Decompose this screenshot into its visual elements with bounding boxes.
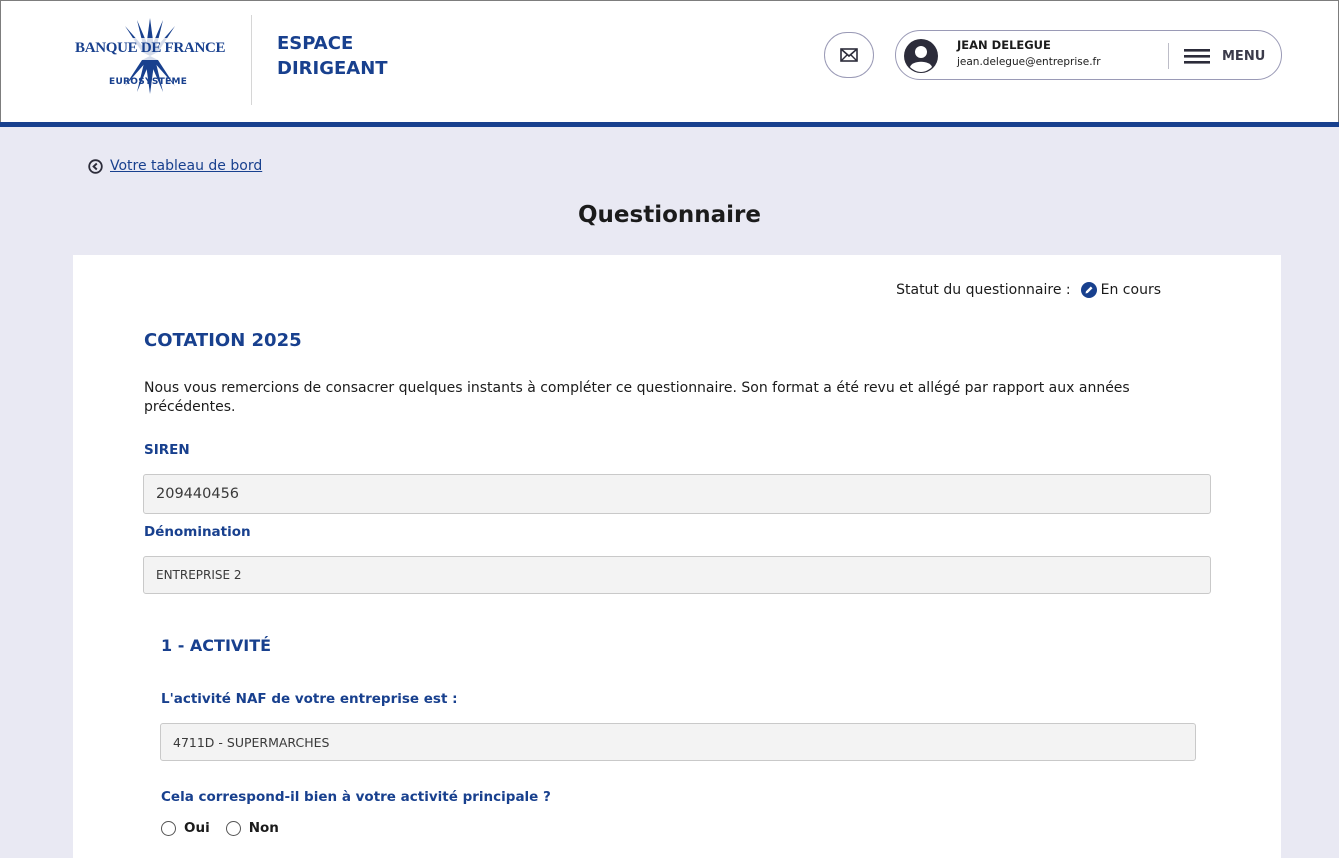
envelope-icon xyxy=(840,48,858,62)
app-title-line2: DIRIGEANT xyxy=(277,58,388,79)
questionnaire-card: Statut du questionnaire : En cours COTAT… xyxy=(73,255,1281,858)
site-header: BANQUE DE FRANCE EUROSYSTÈME ESPACE DIRI… xyxy=(0,0,1339,122)
status-label: Statut du questionnaire : xyxy=(896,282,1071,298)
radio-non-label: Non xyxy=(248,820,279,836)
user-circle-icon xyxy=(904,39,938,73)
menu-label: MENU xyxy=(1222,48,1266,64)
radio-oui[interactable]: Oui xyxy=(161,820,210,836)
app-title-line1: ESPACE xyxy=(277,33,354,54)
banque-de-france-logo[interactable]: BANQUE DE FRANCE EUROSYSTÈME xyxy=(75,18,231,94)
back-link-label: Votre tableau de bord xyxy=(110,158,263,174)
radio-circle[interactable] xyxy=(225,820,241,836)
radio-oui-label: Oui xyxy=(184,820,210,836)
hamburger-icon xyxy=(1184,49,1210,64)
naf-field[interactable] xyxy=(160,723,1196,761)
questionnaire-title: COTATION 2025 xyxy=(144,330,302,351)
questionnaire-status: Statut du questionnaire : En cours xyxy=(896,282,1161,298)
radio-non[interactable]: Non xyxy=(225,820,279,836)
status-badge: En cours xyxy=(1100,282,1161,298)
chevron-left-circle-icon xyxy=(88,158,103,174)
logo-text: BANQUE DE FRANCE xyxy=(75,40,226,56)
siren-label: SIREN xyxy=(144,442,190,458)
messages-button[interactable] xyxy=(824,32,874,78)
header-accent-bar xyxy=(0,122,1339,127)
user-account-box[interactable]: JEAN DELEGUE jean.delegue@entreprise.fr … xyxy=(895,30,1282,80)
user-name: JEAN DELEGUE xyxy=(957,38,1051,52)
denomination-label: Dénomination xyxy=(144,524,251,540)
back-to-dashboard-link[interactable]: Votre tableau de bord xyxy=(88,158,262,174)
user-email: jean.delegue@entreprise.fr xyxy=(957,56,1101,68)
main-activity-radio-group: Oui Non xyxy=(161,820,295,836)
page-title: Questionnaire xyxy=(578,202,761,228)
user-box-separator xyxy=(1168,43,1169,69)
radio-circle[interactable] xyxy=(161,820,176,836)
intro-text: Nous vous remercions de consacrer quelqu… xyxy=(144,380,1130,415)
app-title: ESPACE DIRIGEANT xyxy=(277,31,388,81)
denomination-field[interactable] xyxy=(143,556,1211,594)
pencil-circle-icon xyxy=(1080,282,1097,298)
menu-button[interactable]: MENU xyxy=(1184,42,1265,70)
logo-subtitle: EUROSYSTÈME xyxy=(109,77,188,87)
naf-label: L'activité NAF de votre entreprise est : xyxy=(161,691,458,707)
header-divider xyxy=(251,15,252,105)
main-activity-question: Cela correspond-il bien à votre activité… xyxy=(161,789,551,805)
siren-field[interactable] xyxy=(143,474,1211,514)
section-activite-title: 1 - ACTIVITÉ xyxy=(161,636,272,655)
